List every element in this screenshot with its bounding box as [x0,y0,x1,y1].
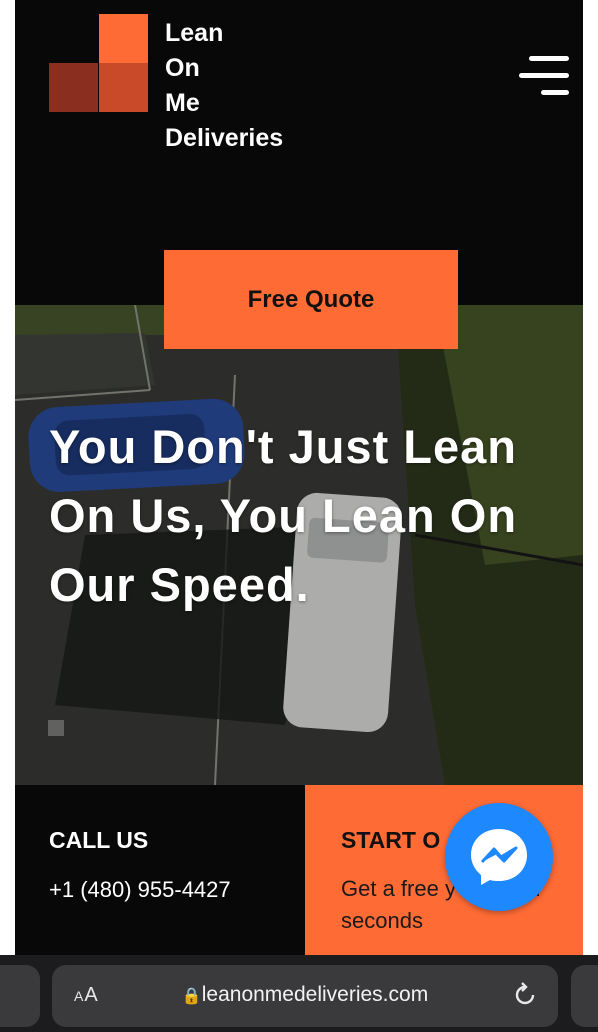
brand-logo[interactable] [49,14,149,112]
next-tab-pill[interactable] [571,965,598,1027]
brand-name[interactable]: Lean On Me Deliveries [165,16,283,156]
logo-square-right [99,63,148,112]
menu-line-1 [529,56,569,61]
messenger-chat-icon[interactable] [445,803,553,911]
hero-headline: You Don't Just Lean On Us, You Lean On O… [49,420,518,611]
hero-section: You Don't Just Lean On Us, You Lean On O… [15,305,583,785]
address-bar[interactable]: AAAA 🔒leanonmedeliveries.com [52,965,558,1027]
lock-icon: 🔒 [181,988,202,1005]
call-us-heading: CALL US [49,827,149,853]
url-display[interactable]: 🔒leanonmedeliveries.com [52,983,558,1007]
messenger-bubble-icon [471,829,527,885]
hamburger-menu-icon[interactable] [519,56,569,96]
carousel-indicator[interactable] [48,720,64,736]
page: Lean On Me Deliveries Free Quote You Don [15,0,583,1032]
free-quote-button[interactable]: Free Quote [164,250,458,349]
logo-square-left [49,63,98,112]
previous-tab-pill[interactable] [0,965,40,1027]
url-text: leanonmedeliveries.com [201,983,429,1006]
call-us-block: CALL US +1 (480) 955-4427 [15,785,305,955]
logo-square-top [99,14,148,63]
browser-toolbar: AAAA 🔒leanonmedeliveries.com [0,955,598,1032]
menu-line-2 [519,73,569,78]
phone-number-link[interactable]: +1 (480) 955-4427 [49,877,231,903]
menu-line-3 [541,90,569,95]
reload-icon[interactable] [510,980,540,1010]
start-online-heading: START O [341,827,441,853]
